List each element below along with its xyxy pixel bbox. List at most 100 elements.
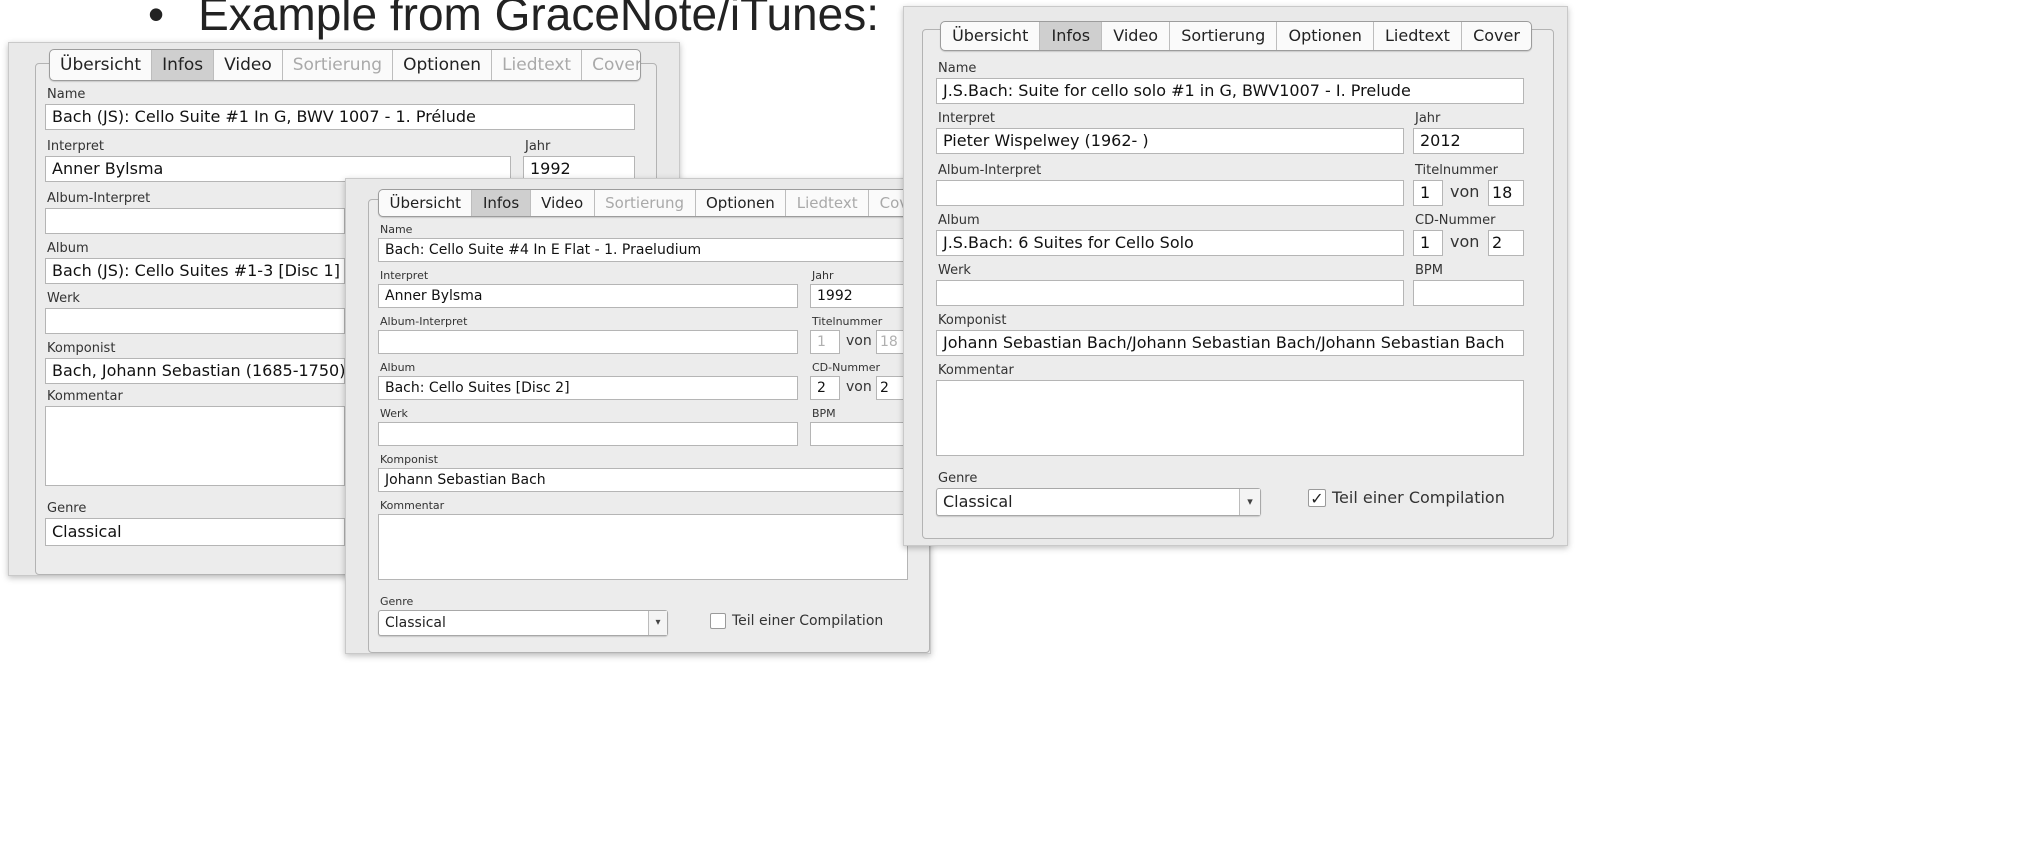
album-interpret-label: Album-Interpret (380, 315, 468, 328)
track-total-field[interactable]: 18 (1488, 180, 1524, 206)
checkmark-icon: ✓ (1310, 488, 1324, 508)
disc-number-field[interactable]: 1 (1413, 230, 1443, 256)
kommentar-label: Kommentar (938, 363, 1014, 378)
dropdown-arrow-icon: ▾ (1239, 489, 1260, 515)
bpm-field[interactable] (1413, 280, 1524, 306)
album-field[interactable]: J.S.Bach: 6 Suites for Cello Solo (936, 230, 1404, 256)
genre-dropdown[interactable]: Classical ▾ (936, 488, 1261, 516)
kommentar-label: Kommentar (47, 389, 123, 404)
disc-von-label: von (846, 379, 872, 395)
jahr-label: Jahr (525, 139, 551, 154)
compilation-checkbox[interactable] (710, 613, 726, 629)
track-von-label: von (1450, 182, 1480, 201)
komponist-field[interactable]: Johann Sebastian Bach/Johann Sebastian B… (936, 330, 1524, 356)
tab-infos[interactable]: Infos (1040, 22, 1103, 50)
jahr-field[interactable]: 1992 (810, 284, 910, 308)
disc-total-field[interactable]: 2 (1488, 230, 1524, 256)
kommentar-field[interactable] (378, 514, 908, 580)
tab-video[interactable]: Video (214, 50, 283, 80)
interpret-field[interactable]: Anner Bylsma (378, 284, 798, 308)
kommentar-label: Kommentar (380, 499, 445, 512)
interpret-label: Interpret (380, 269, 429, 282)
genre-field[interactable]: Classical (45, 518, 345, 546)
werk-field[interactable] (45, 308, 345, 334)
tab-sortierung[interactable]: Sortierung (283, 50, 394, 80)
tab-sortierung[interactable]: Sortierung (595, 190, 696, 216)
tab-uebersicht[interactable]: Übersicht (941, 22, 1041, 50)
track-number-field[interactable]: 1 (810, 330, 840, 354)
jahr-label: Jahr (812, 269, 834, 282)
genre-label: Genre (380, 595, 414, 608)
tab-optionen[interactable]: Optionen (393, 50, 493, 80)
tab-uebersicht[interactable]: Übersicht (379, 190, 473, 216)
komponist-label: Komponist (380, 453, 438, 466)
werk-label: Werk (47, 291, 80, 306)
tab-liedtext[interactable]: Liedtext (492, 50, 583, 80)
genre-label: Genre (938, 471, 978, 486)
werk-label: Werk (938, 263, 971, 278)
cd-nummer-label: CD-Nummer (812, 361, 881, 374)
album-label: Album (380, 361, 416, 374)
titelnummer-label: Titelnummer (1415, 163, 1499, 178)
disc-von-label: von (1450, 232, 1480, 251)
komponist-field[interactable]: Bach, Johann Sebastian (1685-1750) (45, 358, 345, 384)
jahr-field[interactable]: 2012 (1413, 128, 1524, 154)
tab-infos[interactable]: Infos (472, 190, 531, 216)
album-interpret-label: Album-Interpret (47, 191, 151, 206)
name-field[interactable]: Bach: Cello Suite #4 In E Flat - 1. Prae… (378, 238, 926, 262)
tab-cover[interactable]: Cover (582, 50, 640, 80)
kommentar-field[interactable] (45, 406, 345, 486)
werk-label: Werk (380, 407, 408, 420)
compilation-checkbox[interactable]: ✓ (1308, 488, 1326, 508)
tab-video[interactable]: Video (1102, 22, 1171, 50)
genre-dropdown[interactable]: Classical ▾ (378, 610, 668, 636)
komponist-field[interactable]: Johann Sebastian Bach (378, 468, 926, 492)
compilation-label: Teil einer Compilation (732, 613, 884, 629)
heading-text: Example from GraceNote/iTunes: (198, 0, 879, 40)
jahr-label: Jahr (1415, 111, 1441, 126)
album-interpret-field[interactable] (936, 180, 1404, 206)
tab-bar: Übersicht Infos Video Sortierung Optione… (378, 189, 935, 217)
tab-uebersicht[interactable]: Übersicht (50, 50, 153, 80)
tab-liedtext[interactable]: Liedtext (786, 190, 870, 216)
tab-sortierung[interactable]: Sortierung (1170, 22, 1278, 50)
bullet-icon: • (148, 0, 165, 40)
bpm-label: BPM (812, 407, 836, 420)
name-field[interactable]: Bach (JS): Cello Suite #1 In G, BWV 1007… (45, 104, 635, 130)
werk-field[interactable] (936, 280, 1404, 306)
track-number-field[interactable]: 1 (1413, 180, 1443, 206)
compilation-label: Teil einer Compilation (1332, 488, 1505, 507)
tab-optionen[interactable]: Optionen (696, 190, 787, 216)
album-field[interactable]: Bach: Cello Suites [Disc 2] (378, 376, 798, 400)
tab-video[interactable]: Video (531, 190, 595, 216)
album-interpret-field[interactable] (45, 208, 345, 234)
tab-liedtext[interactable]: Liedtext (1374, 22, 1463, 50)
interpret-field[interactable]: Pieter Wispelwey (1962- ) (936, 128, 1404, 154)
genre-value: Classical (943, 492, 1013, 511)
titelnummer-label: Titelnummer (812, 315, 883, 328)
album-field[interactable]: Bach (JS): Cello Suites #1-3 [Disc 1] (45, 258, 345, 284)
interpret-label: Interpret (938, 111, 995, 126)
disc-number-field[interactable]: 2 (810, 376, 840, 400)
slide-heading: • Example from GraceNote/iTunes: (148, 0, 879, 42)
tab-bar: Übersicht Infos Video Sortierung Optione… (49, 49, 641, 81)
name-field[interactable]: J.S.Bach: Suite for cello solo #1 in G, … (936, 78, 1524, 104)
komponist-label: Komponist (938, 313, 1007, 328)
tab-cover[interactable]: Cover (1462, 22, 1531, 50)
genre-label: Genre (47, 501, 87, 516)
name-label: Name (938, 61, 977, 76)
bpm-field[interactable] (810, 422, 910, 446)
tab-optionen[interactable]: Optionen (1277, 22, 1374, 50)
dropdown-arrow-icon: ▾ (648, 611, 667, 635)
info-panel-gracenote-2: Übersicht Infos Video Sortierung Optione… (345, 178, 935, 654)
kommentar-field[interactable] (936, 380, 1524, 456)
name-label: Name (47, 87, 86, 102)
album-interpret-field[interactable] (378, 330, 798, 354)
cd-nummer-label: CD-Nummer (1415, 213, 1496, 228)
genre-value: Classical (385, 615, 446, 631)
tab-infos[interactable]: Infos (152, 50, 215, 80)
tab-bar: Übersicht Infos Video Sortierung Optione… (940, 21, 1532, 51)
album-interpret-label: Album-Interpret (938, 163, 1042, 178)
werk-field[interactable] (378, 422, 798, 446)
album-label: Album (47, 241, 89, 256)
